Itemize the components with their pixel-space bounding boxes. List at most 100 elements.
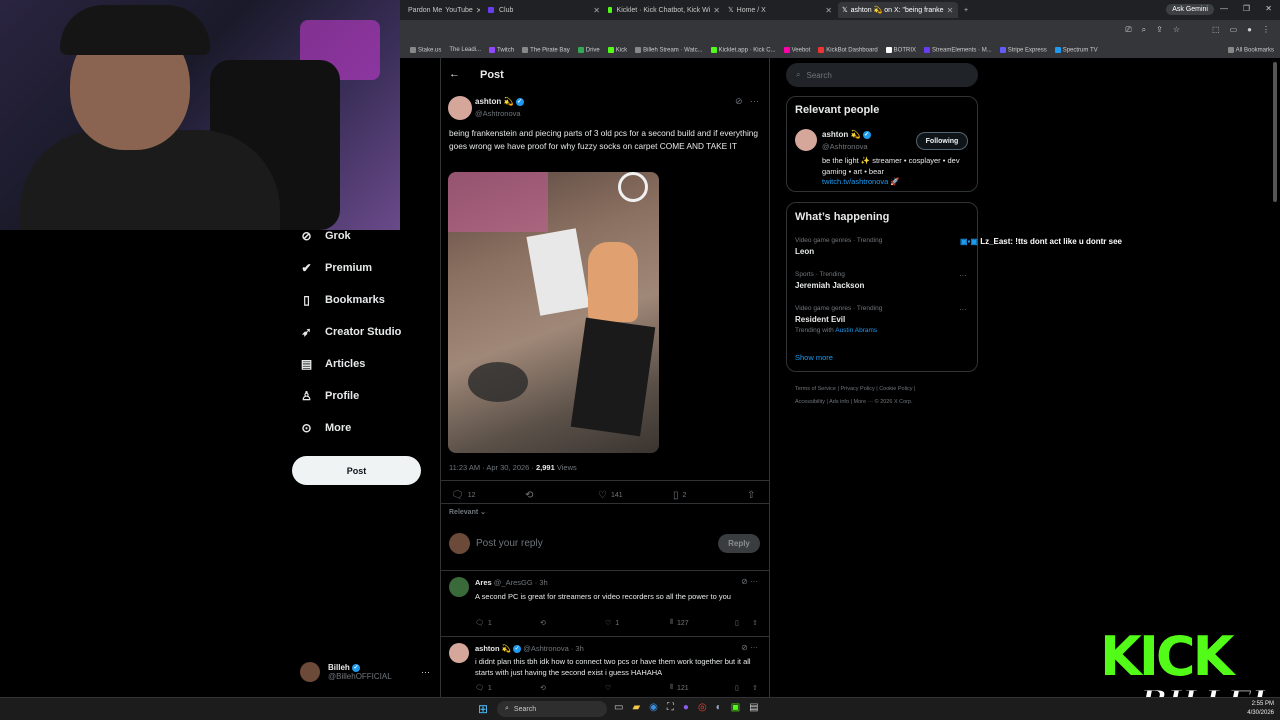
- trend-item[interactable]: Video game genres · Trending Resident Ev…: [795, 305, 882, 334]
- views-stat[interactable]: ⫴ 127: [670, 619, 689, 627]
- post-button[interactable]: Post: [292, 456, 421, 485]
- bookmark-item[interactable]: Stake.us: [410, 46, 441, 53]
- trend-item[interactable]: Sports · Trending Jeremiah Jackson: [795, 271, 864, 290]
- search-input[interactable]: ⌕ Search: [786, 63, 978, 87]
- close-window-icon[interactable]: ✕: [1265, 4, 1272, 13]
- windows-start-icon[interactable]: ⊞: [478, 702, 488, 716]
- file-explorer-icon[interactable]: ▰: [632, 702, 640, 713]
- avatar[interactable]: [449, 577, 469, 597]
- footer-link[interactable]: More ···: [854, 399, 874, 405]
- taskbar-search[interactable]: ⌕ Search: [497, 701, 607, 717]
- ask-gemini-button[interactable]: Ask Gemini: [1166, 4, 1214, 15]
- footer-link[interactable]: Ads info: [829, 399, 849, 405]
- repost-action[interactable]: ⟲: [540, 684, 546, 692]
- nav-more[interactable]: ⊙ More: [300, 416, 351, 440]
- reply-action[interactable]: 🗨 12: [451, 490, 476, 501]
- extensions-icon[interactable]: ⬚: [1212, 25, 1220, 34]
- share-icon[interactable]: ⇪: [1156, 25, 1163, 35]
- reply-item[interactable]: Ares @_AresGG · 3h ⊘ ··· A second PC is …: [440, 570, 770, 636]
- reply-action[interactable]: 🗨 1: [475, 619, 492, 628]
- avatar[interactable]: [448, 96, 472, 120]
- bookmark-item[interactable]: StreamElements · M...: [924, 46, 992, 53]
- views-stat[interactable]: ⫴ 121: [670, 684, 689, 692]
- more-options-icon[interactable]: ···: [750, 96, 759, 106]
- bookmark-item[interactable]: The Leadi...: [449, 47, 481, 53]
- trend-item[interactable]: Video game genres · Trending Leon: [795, 237, 882, 256]
- reply-action[interactable]: 🗨 1: [475, 684, 492, 693]
- share-action[interactable]: ⇧: [752, 619, 758, 627]
- bookmark-item[interactable]: Spectrum TV: [1054, 46, 1098, 53]
- bookmark-item[interactable]: Drive: [577, 46, 600, 53]
- notes-icon[interactable]: ▤: [749, 702, 758, 713]
- share-action[interactable]: ⇧: [747, 490, 755, 501]
- footer-link[interactable]: Terms of Service: [795, 386, 836, 392]
- nav-creator-studio[interactable]: ➶ Creator Studio: [300, 320, 401, 344]
- nav-grok[interactable]: ⊘ Grok: [300, 224, 350, 248]
- tab-youtube[interactable]: Pardon Me YouTube ✕: [404, 2, 480, 18]
- reply-item[interactable]: ashton 💫 ✓ @Ashtronova · 3h ⊘ ··· i didn…: [440, 636, 770, 696]
- footer-link[interactable]: Cookie Policy: [879, 386, 912, 392]
- tab-kicklet[interactable]: Kicklet · Kick Chatbot, Kick Wi ✕: [604, 2, 724, 18]
- footer-link[interactable]: Accessibility: [795, 399, 825, 405]
- bookmark-item[interactable]: Veebot: [783, 46, 810, 53]
- post-author-handle[interactable]: @Ashtronova: [475, 109, 521, 118]
- repost-action[interactable]: ⟲: [525, 490, 533, 501]
- like-action[interactable]: ♡: [605, 684, 611, 692]
- bookmark-item[interactable]: Stripe Express: [999, 46, 1047, 53]
- close-icon[interactable]: ✕: [476, 6, 480, 15]
- chrome-icon[interactable]: ◎: [698, 702, 707, 713]
- address-bar[interactable]: ⎚ ⌕ ⇪ ☆ ⬚ ▭ ● ⋮: [400, 20, 1280, 42]
- close-icon[interactable]: ✕: [593, 6, 600, 15]
- cast-icon[interactable]: ⎚: [1125, 25, 1131, 35]
- close-icon[interactable]: ✕: [947, 6, 954, 15]
- person-name[interactable]: ashton 💫 ✓: [822, 130, 871, 139]
- store-icon[interactable]: ⛶: [667, 702, 674, 713]
- bookmark-action[interactable]: ▯: [735, 619, 739, 627]
- footer-link[interactable]: Privacy Policy: [840, 386, 874, 392]
- bookmark-item[interactable]: BOTRIX: [885, 46, 916, 53]
- back-arrow-icon[interactable]: ←: [449, 68, 460, 80]
- avatar[interactable]: [795, 129, 817, 151]
- share-action[interactable]: ⇧: [752, 684, 758, 692]
- bookmark-item[interactable]: KickBot Dashboard: [818, 46, 878, 53]
- discord-icon[interactable]: ●: [683, 702, 689, 713]
- show-more-link[interactable]: Show more: [795, 353, 833, 362]
- close-icon[interactable]: ✕: [825, 6, 832, 15]
- minimize-icon[interactable]: —: [1220, 4, 1228, 13]
- person-handle[interactable]: @Ashtronova: [822, 142, 868, 151]
- post-image[interactable]: [448, 172, 659, 453]
- post-author-name[interactable]: ashton 💫 ✓: [475, 97, 524, 106]
- nav-bookmarks[interactable]: ▯ Bookmarks: [300, 288, 385, 312]
- reply-button[interactable]: Reply: [718, 534, 760, 553]
- star-icon[interactable]: ☆: [1173, 25, 1180, 35]
- bookmark-action[interactable]: ▯ 2: [673, 490, 686, 501]
- bookmark-item[interactable]: Kicklet.app · Kick C...: [710, 46, 776, 53]
- like-action[interactable]: ♡ 141: [598, 490, 623, 501]
- nav-articles[interactable]: ▤ Articles: [300, 352, 366, 376]
- more-options-icon[interactable]: ···: [421, 667, 430, 677]
- account-switcher[interactable]: Billeh ✓ @BillehOFFICIAL ···: [300, 660, 430, 684]
- more-options-icon[interactable]: ⊘ ···: [741, 643, 758, 652]
- more-options-icon[interactable]: ⊘ ···: [741, 577, 758, 586]
- nav-profile[interactable]: ♙ Profile: [300, 384, 359, 408]
- edge-icon[interactable]: ◉: [649, 702, 658, 713]
- zoom-icon[interactable]: ⌕: [1142, 25, 1146, 35]
- bookmark-item[interactable]: Twitch: [489, 46, 514, 53]
- menu-icon[interactable]: ⋮: [1262, 25, 1270, 34]
- maximize-icon[interactable]: ❐: [1243, 4, 1250, 13]
- taskbar-clock[interactable]: 2:55 PM 4/30/2026: [1247, 700, 1274, 718]
- avatar[interactable]: [449, 643, 469, 663]
- all-bookmarks[interactable]: All Bookmarks: [1227, 46, 1274, 53]
- profile-avatar-icon[interactable]: ●: [1247, 25, 1252, 34]
- more-options-icon[interactable]: ···: [959, 271, 967, 280]
- app-icon[interactable]: ▣: [731, 702, 740, 713]
- like-action[interactable]: ♡ 1: [605, 619, 619, 628]
- grok-icon[interactable]: ⊘: [735, 96, 743, 107]
- bookmark-item[interactable]: Billeh Stream · Watc...: [635, 46, 703, 53]
- following-button[interactable]: Following: [916, 132, 968, 150]
- tab-ashton-post[interactable]: 𝕏ashton 💫 on X: "being franke ✕: [838, 2, 958, 18]
- bookmark-action[interactable]: ▯: [735, 684, 739, 692]
- reply-input[interactable]: Post your reply: [476, 538, 543, 549]
- sort-dropdown[interactable]: Relevant ⌄: [449, 508, 486, 516]
- task-view-icon[interactable]: ▭: [614, 702, 623, 713]
